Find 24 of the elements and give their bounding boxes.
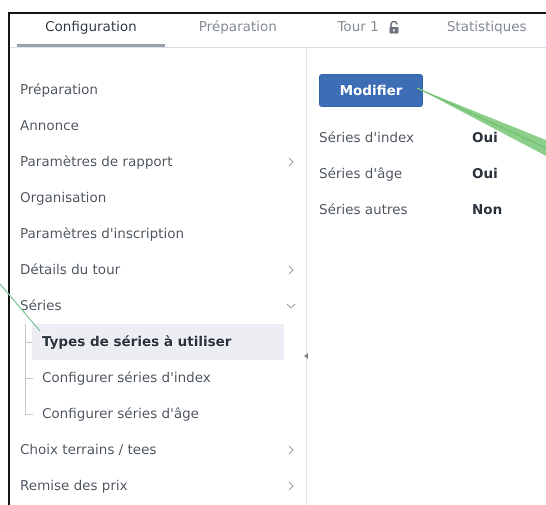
submenu-item[interactable]: Configurer séries d'index xyxy=(32,360,284,396)
collapse-handle-icon[interactable] xyxy=(304,353,308,359)
menu-item[interactable]: Paramètres de rapport xyxy=(10,144,306,180)
menu-item[interactable]: Détails du tour xyxy=(10,252,306,288)
submenu-item[interactable]: Configurer séries d'âge xyxy=(32,396,284,432)
menu-item[interactable]: Séries xyxy=(10,288,306,324)
tab[interactable]: Configuration xyxy=(17,14,165,47)
field-value: Non xyxy=(472,201,502,220)
menu-item[interactable]: Organisation xyxy=(10,180,306,216)
field-label: Séries d'index xyxy=(319,129,416,148)
field-label: Séries autres xyxy=(319,201,409,220)
menu-item[interactable]: Remise des prix xyxy=(10,468,306,504)
field-value: Oui xyxy=(472,129,498,148)
menu-item[interactable]: Préparation xyxy=(10,72,306,108)
menu-item[interactable]: Paramètres d'inscription xyxy=(10,216,306,252)
menu-item[interactable]: Annonce xyxy=(10,108,306,144)
tab[interactable]: Préparation xyxy=(164,14,311,47)
tab[interactable]: Tour 1 xyxy=(310,14,426,47)
menu-item[interactable]: Choix terrains / tees xyxy=(10,432,306,468)
field-value: Oui xyxy=(472,165,498,184)
tab[interactable]: Statistiques xyxy=(425,14,546,47)
edit-button[interactable]: Modifier xyxy=(319,74,423,107)
submenu-item[interactable]: Types de séries à utiliser xyxy=(32,324,284,360)
field-label: Séries d'âge xyxy=(319,165,404,184)
